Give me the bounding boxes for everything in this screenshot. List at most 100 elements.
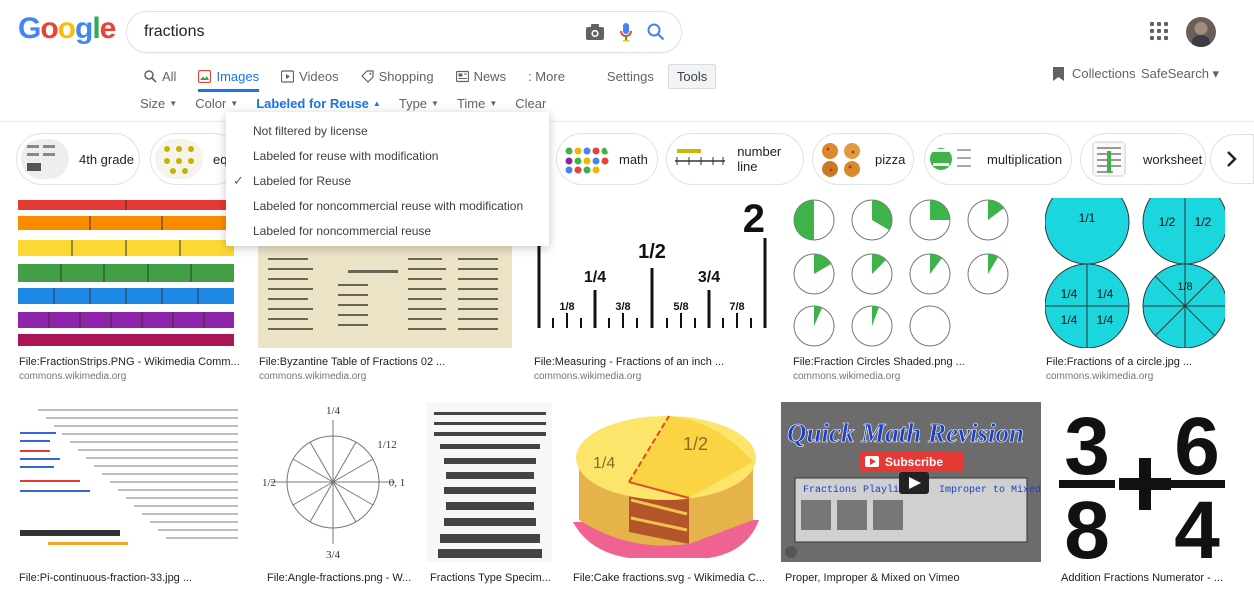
play-icon [281, 69, 295, 83]
tab-images[interactable]: Images [198, 62, 259, 92]
search-icon [144, 69, 157, 83]
microphone-icon[interactable] [619, 22, 633, 42]
result-domain[interactable]: commons.wikimedia.org [534, 371, 641, 382]
image-result[interactable]: 1/1 1/2 1/2 1/4 1/4 1/4 1/4 1/8 File:Fra… [1045, 198, 1227, 384]
chip-worksheet[interactable]: worksheet [1080, 133, 1206, 185]
option-label: Labeled for noncommercial reuse [253, 223, 432, 238]
filter-bar: Size ▼ Color ▼ Labeled for Reuse ▲ Type ▼ Ti… [140, 96, 546, 111]
chip-4th-grade[interactable]: 4th grade [16, 133, 140, 185]
tag-icon [360, 69, 374, 83]
filter-label: Color [195, 96, 227, 111]
filter-label: Clear [515, 96, 547, 111]
image-result[interactable]: 2 1/2 1/4 3/4 1/8 3/8 5/8 7/8 File:Measu… [533, 198, 773, 384]
chevron-right-icon[interactable] [1210, 134, 1254, 184]
caret-up-icon: ▲ [372, 99, 381, 108]
image-result[interactable]: 1/4 1/12 1/2 0, 1 3/4 File:Angle-fractio… [263, 402, 411, 586]
image-result[interactable]: 1/4 1/2 File:Cake fractions.svg - Wikime… [569, 402, 765, 586]
chip-label: number line [737, 144, 782, 174]
chip-thumbnail [155, 139, 203, 179]
result-title[interactable]: File:Byzantine Table of Fractions 02 ... [259, 356, 445, 368]
result-title[interactable]: Proper, Improper & Mixed on Vimeo [785, 572, 960, 584]
result-title[interactable]: File:Fraction Circles Shaded.png ... [793, 356, 965, 368]
filter-time[interactable]: Time ▼ [457, 96, 497, 111]
chip-math[interactable]: math [556, 133, 658, 185]
chip-multiplication[interactable]: multiplication [924, 133, 1072, 185]
filter-clear[interactable]: Clear [515, 96, 546, 111]
image-result[interactable]: File:Fraction Circles Shaded.png ... com… [792, 198, 1028, 384]
avatar[interactable] [1186, 17, 1216, 47]
result-title[interactable]: Fractions Type Specim... [430, 572, 551, 584]
license-option-not-filtered[interactable]: Not filtered by license [226, 118, 549, 143]
cake-label: 1/2 [683, 434, 708, 454]
result-image-addition-fractions[interactable]: 3 8 6 4 [1057, 402, 1227, 562]
result-title[interactable]: File:Measuring - Fractions of an inch ..… [534, 356, 724, 368]
tools-button[interactable]: Tools [667, 63, 717, 89]
license-option-noncommercial[interactable]: Labeled for noncommercial reuse [226, 218, 549, 243]
result-domain[interactable]: commons.wikimedia.org [19, 371, 126, 382]
image-result[interactable]: File:FractionStrips.PNG - Wikimedia Comm… [18, 198, 240, 384]
option-label: Labeled for noncommercial reuse with mod… [253, 198, 524, 213]
license-option-reuse[interactable]: ✓ Labeled for Reuse [226, 168, 549, 193]
tab-all[interactable]: All [144, 62, 176, 90]
tab-more[interactable]: : More [528, 62, 565, 90]
circle-label: 1/4 [1097, 287, 1114, 301]
search-icon[interactable] [647, 23, 665, 41]
filter-color[interactable]: Color ▼ [195, 96, 238, 111]
caret-down-icon: ▼ [169, 99, 178, 108]
angle-label: 1/12 [377, 439, 397, 451]
chip-number-line[interactable]: number line [666, 133, 804, 185]
chip-thumbnail [671, 139, 728, 179]
safesearch-toggle[interactable]: SafeSearch ▾ [1141, 66, 1219, 82]
tab-videos[interactable]: Videos [281, 62, 339, 90]
image-result[interactable]: 3 8 6 4 Addition Fractions Numerator - .… [1057, 402, 1229, 586]
search-box[interactable]: fractions [126, 11, 682, 53]
chip-thumbnail [1085, 139, 1133, 179]
result-image-vimeo-video[interactable]: Quick Math Revision Subscribe Fractions … [781, 402, 1041, 562]
settings-label: Settings [606, 68, 654, 84]
image-result[interactable]: Fractions Type Specim... [426, 402, 554, 586]
settings-button[interactable]: Settings [607, 62, 654, 90]
filter-size[interactable]: Size ▼ [140, 96, 177, 111]
circle-label: 1/1 [1079, 211, 1096, 225]
result-domain[interactable]: commons.wikimedia.org [1046, 371, 1153, 382]
result-image-circle-fractions[interactable]: 1/1 1/2 1/2 1/4 1/4 1/4 1/4 1/8 [1045, 198, 1225, 348]
result-image-fraction-circles[interactable] [792, 198, 1026, 348]
result-title[interactable]: File:Fractions of a circle.jpg ... [1046, 356, 1192, 368]
result-domain[interactable]: commons.wikimedia.org [793, 371, 900, 382]
filter-type[interactable]: Type ▼ [399, 96, 439, 111]
result-image-ruler[interactable]: 2 1/2 1/4 3/4 1/8 3/8 5/8 7/8 [533, 198, 771, 348]
tab-news[interactable]: News [455, 62, 506, 90]
result-title[interactable]: File:Cake fractions.svg - Wikimedia C... [573, 572, 765, 584]
result-title[interactable]: File:FractionStrips.PNG - Wikimedia Comm… [19, 356, 240, 368]
collections-link[interactable]: Collections [1053, 66, 1136, 81]
license-option-noncommercial-modification[interactable]: Labeled for noncommercial reuse with mod… [226, 193, 549, 218]
tab-label: Shopping [378, 68, 434, 84]
result-image-pi-continuous-fraction[interactable] [18, 402, 244, 562]
result-image-cake-fractions[interactable]: 1/4 1/2 [569, 402, 763, 562]
caret-down-icon: ▼ [230, 99, 239, 108]
apps-grid-icon[interactable] [1150, 22, 1168, 40]
result-image-type-specimen[interactable] [426, 402, 552, 562]
search-input[interactable]: fractions [144, 23, 585, 41]
ruler-label-five-eighths: 5/8 [673, 301, 688, 313]
result-image-fraction-strips[interactable] [18, 198, 236, 348]
camera-icon[interactable] [585, 23, 605, 41]
ruler-label-quarter: 1/4 [584, 269, 606, 286]
google-logo[interactable]: Google [18, 12, 116, 46]
result-title[interactable]: File:Angle-fractions.png - W... [267, 572, 411, 584]
result-title[interactable]: File:Pi-continuous-fraction-33.jpg ... [19, 572, 192, 584]
subscribe-text: Subscribe [885, 455, 943, 469]
filter-usage-rights[interactable]: Labeled for Reuse ▲ [256, 96, 381, 111]
image-result[interactable]: Quick Math Revision Subscribe Fractions … [781, 402, 1043, 586]
result-title[interactable]: Addition Fractions Numerator - ... [1061, 572, 1223, 584]
chip-label: pizza [875, 151, 906, 167]
tab-shopping[interactable]: Shopping [360, 62, 434, 90]
license-option-reuse-modification[interactable]: Labeled for reuse with modification [226, 143, 549, 168]
chip-pizza[interactable]: pizza [812, 133, 914, 185]
caret-down-icon: ▼ [489, 99, 498, 108]
result-image-angle-fractions[interactable]: 1/4 1/12 1/2 0, 1 3/4 [263, 402, 409, 562]
result-domain[interactable]: commons.wikimedia.org [259, 371, 366, 382]
image-result[interactable]: File:Pi-continuous-fraction-33.jpg ... [18, 402, 246, 586]
fraction-digit: 8 [1064, 485, 1110, 562]
angle-label: 1/4 [326, 405, 341, 417]
